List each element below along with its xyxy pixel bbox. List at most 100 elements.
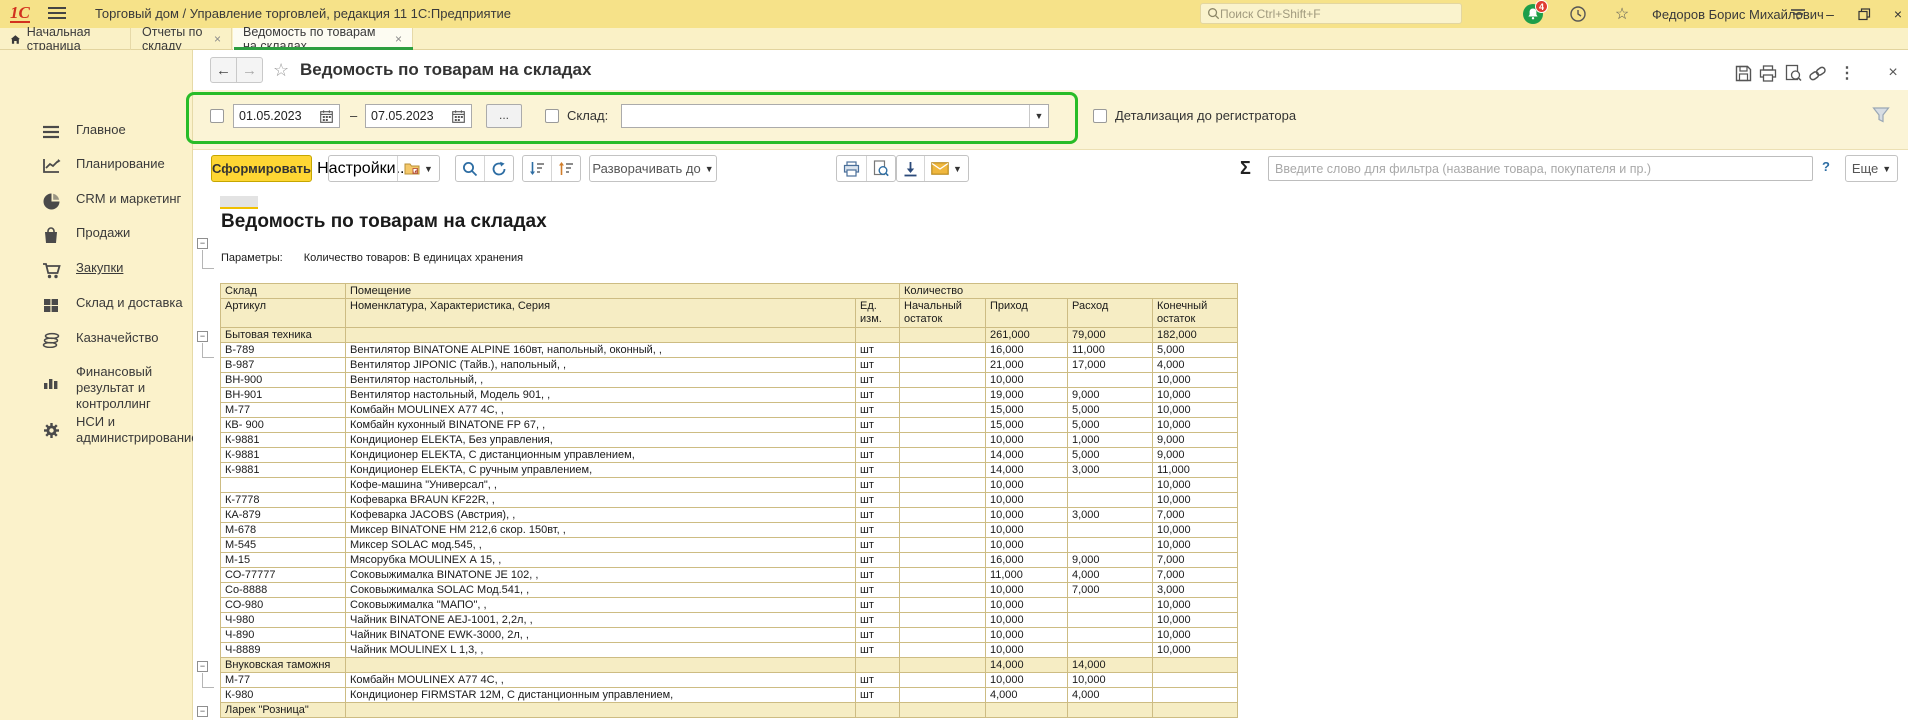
- cell[interactable]: [900, 403, 986, 418]
- group-row[interactable]: Бытовая техника261,00079,000182,000: [221, 328, 1238, 343]
- save-icon[interactable]: [1732, 62, 1754, 84]
- cell[interactable]: 14,000: [986, 658, 1068, 673]
- forward-button[interactable]: →: [236, 57, 263, 83]
- col-header-prihod[interactable]: Приход: [986, 299, 1068, 328]
- warehouse-combo[interactable]: ▼: [621, 104, 1049, 128]
- cell[interactable]: 4,000: [986, 688, 1068, 703]
- cell[interactable]: 9,000: [1153, 433, 1238, 448]
- table-row[interactable]: Кофе-машина "Универсал", ,шт10,00010,000: [221, 478, 1238, 493]
- tab-home[interactable]: Начальная страница: [0, 28, 131, 50]
- tab-close-icon[interactable]: ×: [395, 32, 402, 46]
- table-row[interactable]: М-77Комбайн MOULINEX А77 4С, ,шт15,0005,…: [221, 403, 1238, 418]
- cell[interactable]: [900, 463, 986, 478]
- cell[interactable]: [900, 358, 986, 373]
- cell[interactable]: К-9881: [221, 463, 346, 478]
- table-row[interactable]: Со-8888Соковыжималка SOLAC Мод.541, ,шт1…: [221, 583, 1238, 598]
- cell[interactable]: 261,000: [986, 328, 1068, 343]
- window-close-button[interactable]: ×: [1886, 2, 1908, 26]
- col-header-ed-izm[interactable]: Ед. изм.: [856, 299, 900, 328]
- cell[interactable]: 10,000: [1153, 403, 1238, 418]
- cell[interactable]: [1068, 538, 1153, 553]
- cell[interactable]: 14,000: [986, 448, 1068, 463]
- col-header-nachalny[interactable]: Начальный остаток: [900, 299, 986, 328]
- cell[interactable]: [900, 493, 986, 508]
- cell[interactable]: 10,000: [986, 673, 1068, 688]
- cell[interactable]: СО-980: [221, 598, 346, 613]
- table-row[interactable]: В-987Вентилятор JIPONIC (Тайв.), напольн…: [221, 358, 1238, 373]
- cell[interactable]: 4,000: [1068, 688, 1153, 703]
- cell[interactable]: 9,000: [1068, 553, 1153, 568]
- cell[interactable]: 10,000: [1153, 538, 1238, 553]
- cell[interactable]: 19,000: [986, 388, 1068, 403]
- col-header-konechny[interactable]: Конечный остаток: [1153, 299, 1238, 328]
- window-minimize-button[interactable]: –: [1818, 2, 1842, 26]
- cell[interactable]: Чайник MOULINEX L 1,3, ,: [346, 643, 856, 658]
- cell[interactable]: 182,000: [1153, 328, 1238, 343]
- cell[interactable]: М-77: [221, 673, 346, 688]
- cell[interactable]: М-678: [221, 523, 346, 538]
- cell[interactable]: 11,000: [1068, 343, 1153, 358]
- tab-warehouse-reports[interactable]: Отчеты по складу ×: [132, 28, 232, 50]
- cell[interactable]: К-980: [221, 688, 346, 703]
- cell[interactable]: шт: [856, 493, 900, 508]
- cell[interactable]: 10,000: [1153, 373, 1238, 388]
- cell[interactable]: Комбайн MOULINEX А77 4С, ,: [346, 673, 856, 688]
- cell[interactable]: Вентилятор настольный, Модель 901, ,: [346, 388, 856, 403]
- history-icon[interactable]: [1566, 2, 1590, 26]
- generate-button[interactable]: Сформировать: [211, 155, 312, 182]
- col-header-sklad[interactable]: Склад: [221, 284, 346, 299]
- cell[interactable]: шт: [856, 643, 900, 658]
- cell[interactable]: КА-879: [221, 508, 346, 523]
- cell[interactable]: 4,000: [1068, 568, 1153, 583]
- cell[interactable]: 3,000: [1068, 463, 1153, 478]
- help-button[interactable]: ?: [1822, 159, 1830, 174]
- cell[interactable]: [856, 703, 900, 718]
- date-from-input[interactable]: [234, 109, 316, 123]
- date-to-input[interactable]: [366, 109, 448, 123]
- cell[interactable]: Кофеварка BRAUN KF22R, ,: [346, 493, 856, 508]
- find-button[interactable]: [456, 156, 484, 181]
- cell[interactable]: шт: [856, 478, 900, 493]
- cell[interactable]: 10,000: [1153, 418, 1238, 433]
- table-row[interactable]: К-9881Кондиционер ELEKTA, С дистанционны…: [221, 448, 1238, 463]
- print-icon[interactable]: [1757, 62, 1779, 84]
- cell[interactable]: Вентилятор JIPONIC (Тайв.), напольный, ,: [346, 358, 856, 373]
- cell[interactable]: [900, 598, 986, 613]
- cell[interactable]: Миксер SOLAC мод.545, ,: [346, 538, 856, 553]
- expand-groups-button[interactable]: [551, 156, 580, 181]
- table-row[interactable]: В-789Вентилятор BINATONE ALPINE 160вт, н…: [221, 343, 1238, 358]
- cell[interactable]: [900, 523, 986, 538]
- table-row[interactable]: К-9881Кондиционер ELEKTA, С ручным управ…: [221, 463, 1238, 478]
- cell[interactable]: ВН-901: [221, 388, 346, 403]
- cell[interactable]: шт: [856, 598, 900, 613]
- cell[interactable]: [856, 658, 900, 673]
- cell[interactable]: [1068, 643, 1153, 658]
- collapse-header-icon[interactable]: −: [197, 238, 208, 249]
- cell[interactable]: Внуковская таможня: [221, 658, 346, 673]
- cell[interactable]: 5,000: [1068, 403, 1153, 418]
- cell[interactable]: [900, 373, 986, 388]
- cell[interactable]: [900, 448, 986, 463]
- cell[interactable]: 11,000: [1153, 463, 1238, 478]
- cell[interactable]: 10,000: [1153, 523, 1238, 538]
- cell[interactable]: [900, 508, 986, 523]
- cell[interactable]: [900, 433, 986, 448]
- cell[interactable]: [1068, 613, 1153, 628]
- cell[interactable]: 7,000: [1153, 508, 1238, 523]
- cell[interactable]: КВ- 900: [221, 418, 346, 433]
- cell[interactable]: 9,000: [1068, 388, 1153, 403]
- cell[interactable]: [1068, 703, 1153, 718]
- cell[interactable]: Кондиционер FIRMSTAR 12M, С дистанционны…: [346, 688, 856, 703]
- close-form-icon[interactable]: ×: [1882, 62, 1904, 84]
- cell[interactable]: [1068, 628, 1153, 643]
- cell[interactable]: 10,000: [986, 598, 1068, 613]
- settings-button[interactable]: Настройки...: [329, 156, 397, 181]
- calendar-icon[interactable]: [316, 105, 336, 127]
- refresh-button[interactable]: [484, 156, 513, 181]
- cell[interactable]: 5,000: [1153, 343, 1238, 358]
- cell[interactable]: 10,000: [986, 538, 1068, 553]
- cell[interactable]: шт: [856, 448, 900, 463]
- cell[interactable]: Мясорубка MOULINEX А 15, ,: [346, 553, 856, 568]
- cell[interactable]: 10,000: [1153, 598, 1238, 613]
- cell[interactable]: 7,000: [1153, 568, 1238, 583]
